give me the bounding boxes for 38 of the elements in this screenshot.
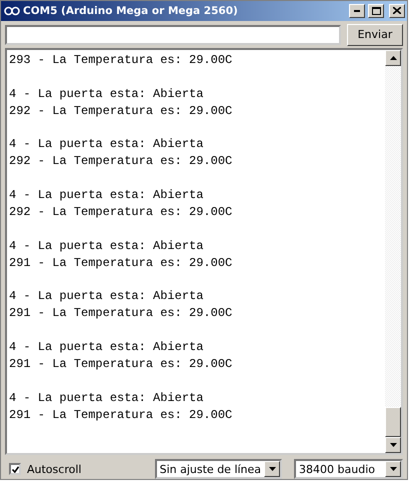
output-line: 291 - La Temperatura es: 29.00C — [9, 305, 234, 322]
output-line: 4 - La puerta esta: Abierta — [9, 339, 204, 356]
check-icon — [12, 466, 18, 472]
scroll-up-button[interactable] — [385, 50, 401, 66]
window-title: COM5 (Arduino Mega or Mega 2560) — [23, 4, 239, 17]
output-line: 292 - La Temperatura es: 29.00C — [9, 153, 234, 170]
output-line: 4 - La puerta esta: Abierta — [9, 186, 204, 204]
output-line: 4 - La puerta esta: Abierta — [9, 238, 204, 255]
output-line: 292 - La Temperatura es: 29.00C — [9, 204, 234, 221]
scroll-up-icon — [390, 56, 396, 60]
minimize-button[interactable] — [349, 4, 365, 18]
scroll-down-button[interactable] — [385, 437, 401, 453]
output-line: 4 - La puerta esta: Abierta — [9, 390, 204, 407]
infinity-logo-icon — [4, 6, 20, 16]
minimize-icon — [354, 10, 360, 12]
maximize-button[interactable] — [368, 4, 384, 18]
dropdown-arrow-icon — [390, 467, 396, 471]
dropdown-arrow-icon — [268, 467, 276, 471]
baud-rate-dropdown[interactable]: 38400 baudio — [294, 459, 403, 479]
send-button[interactable]: Enviar — [347, 24, 403, 46]
line-ending-dropdown[interactable]: Sin ajuste de línea — [154, 459, 282, 479]
output-line: 292 - La Temperatura es: 29.00C — [9, 102, 234, 120]
scrollbar[interactable] — [385, 50, 401, 453]
input-field[interactable] — [5, 24, 341, 45]
output-line: 4 - La puerta esta: Abierta — [9, 86, 204, 103]
scroll-down-icon — [390, 443, 396, 447]
autoscroll-checkbox[interactable] — [9, 463, 21, 475]
close-button[interactable] — [389, 4, 405, 18]
output-line: 291 - La Temperatura es: 29.00C — [9, 356, 234, 373]
output-line: 291 - La Temperatura es: 29.00C — [9, 406, 234, 424]
maximize-icon — [372, 6, 380, 15]
output-line: 4 - La puerta esta: Abierta — [9, 136, 204, 154]
output-line: 4 - La puerta esta: Abierta — [9, 288, 204, 306]
output-line: 293 - La Temperatura es: 29.00C — [9, 52, 234, 69]
autoscroll-label: Autoscroll — [27, 462, 82, 476]
close-icon — [393, 7, 401, 14]
scroll-thumb[interactable] — [385, 407, 401, 437]
output-line: 291 - La Temperatura es: 29.00C — [9, 254, 234, 272]
